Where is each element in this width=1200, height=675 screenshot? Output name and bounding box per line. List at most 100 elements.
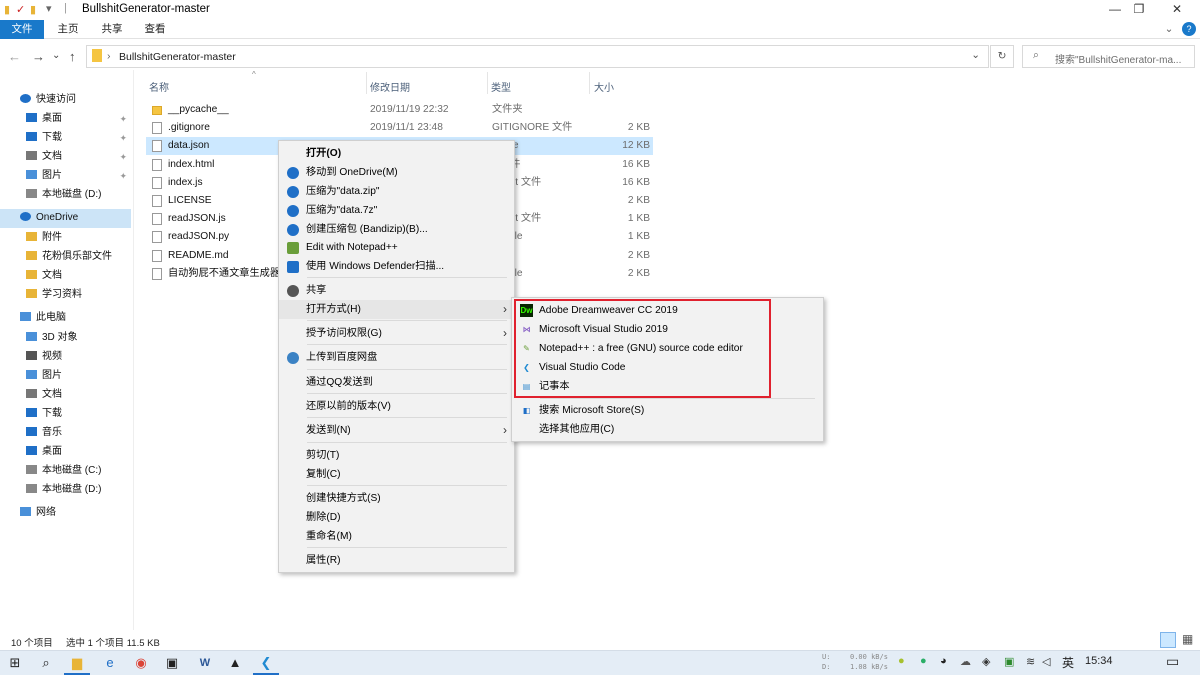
store-icon[interactable]: ▣ xyxy=(163,654,181,672)
context-menu-item[interactable]: 授予访问权限(G) › xyxy=(279,324,514,343)
edge-icon[interactable]: e xyxy=(101,654,119,672)
recent-locations-button[interactable]: ⌄ xyxy=(52,50,60,61)
help-icon[interactable]: ? xyxy=(1182,22,1196,36)
column-divider[interactable] xyxy=(589,72,590,94)
file-row[interactable]: __pycache__ 2019/11/19 22:32 文件夹 xyxy=(146,101,653,119)
tab-file[interactable]: 文件 xyxy=(0,20,44,39)
properties-icon[interactable]: ✓ xyxy=(16,3,25,16)
photos-icon[interactable]: ▲ xyxy=(226,654,244,672)
file-explorer-icon[interactable]: ▆ xyxy=(68,654,86,672)
quick-access-dropdown-icon[interactable]: ▾ xyxy=(46,2,52,15)
folder-icon xyxy=(26,270,37,279)
chevron-right-icon: › xyxy=(107,50,111,62)
word-icon[interactable]: W xyxy=(196,654,214,672)
refresh-button[interactable]: ↻ xyxy=(990,45,1014,68)
chrome-icon[interactable]: ◉ xyxy=(132,654,150,672)
sidebar-item[interactable]: 文档 xyxy=(0,267,131,286)
sidebar-item[interactable]: 视频 xyxy=(0,348,131,367)
tab-view[interactable]: 查看 xyxy=(137,20,173,39)
address-dropdown-icon[interactable]: ⌄ xyxy=(971,49,980,61)
sidebar-item[interactable]: 本地磁盘 (D:) xyxy=(0,481,131,500)
column-type[interactable]: 类型 xyxy=(491,79,511,94)
sidebar-item[interactable]: 3D 对象 xyxy=(0,329,131,348)
column-divider[interactable] xyxy=(487,72,488,94)
wifi-icon[interactable]: ≋ xyxy=(1026,655,1035,668)
context-menu-item[interactable]: Edit with Notepad++ xyxy=(279,238,514,257)
tab-home[interactable]: 主页 xyxy=(50,20,86,39)
context-menu-item[interactable]: 打开方式(H) › xyxy=(279,300,514,319)
column-divider[interactable] xyxy=(366,72,367,94)
sidebar-item[interactable]: 桌面 ✦ xyxy=(0,110,131,129)
sidebar-item[interactable]: 学习资料 xyxy=(0,286,131,305)
context-menu-item[interactable]: 剪切(T) xyxy=(279,446,514,465)
security-icon[interactable]: ▣ xyxy=(1004,655,1014,668)
context-menu-item[interactable]: 压缩为"data.7z" xyxy=(279,201,514,220)
sidebar-item[interactable]: 图片 xyxy=(0,367,131,386)
pane-divider[interactable] xyxy=(133,70,134,630)
context-menu-item[interactable]: 发送到(N) › xyxy=(279,421,514,440)
context-menu-item[interactable]: 通过QQ发送到 xyxy=(279,373,514,392)
pin-icon: ✦ xyxy=(119,171,127,181)
sidebar-item[interactable]: 网络 xyxy=(0,504,131,523)
notification-icon[interactable]: ▭ xyxy=(1166,653,1179,670)
up-button[interactable]: ↑ xyxy=(69,49,76,64)
context-menu-item[interactable]: 还原以前的版本(V) xyxy=(279,397,514,416)
picture-icon xyxy=(26,170,37,179)
open-with-item[interactable]: 选择其他应用(C) xyxy=(512,420,823,439)
tray-app-icon[interactable]: ● xyxy=(898,655,905,667)
volume-icon[interactable]: ◁ xyxy=(1042,655,1050,668)
file-row[interactable]: .gitignore 2019/11/1 23:48 GITIGNORE 文件 2 K… xyxy=(146,119,653,137)
column-name[interactable]: 名称 xyxy=(149,79,169,94)
ime-indicator[interactable]: 英 xyxy=(1062,654,1074,671)
sidebar-item[interactable]: 图片 ✦ xyxy=(0,167,131,186)
back-button[interactable]: ← xyxy=(8,49,21,64)
forward-button[interactable]: → xyxy=(32,49,45,64)
sidebar-item[interactable]: 花粉俱乐部文件 xyxy=(0,248,131,267)
column-date[interactable]: 修改日期 xyxy=(370,79,410,94)
sidebar-item[interactable]: OneDrive xyxy=(0,209,131,228)
sidebar-item[interactable]: 本地磁盘 (C:) xyxy=(0,462,131,481)
search-input[interactable]: ⌕ 搜索"BullshitGenerator-ma... xyxy=(1022,45,1195,68)
context-menu-item[interactable]: 共享 xyxy=(279,281,514,300)
sidebar-item-label: 音乐 xyxy=(42,427,62,438)
context-menu-item[interactable]: 重命名(M) xyxy=(279,527,514,546)
sidebar-item[interactable]: 文档 ✦ xyxy=(0,148,131,167)
column-size[interactable]: 大小 xyxy=(594,79,614,94)
sidebar-item[interactable]: 桌面 xyxy=(0,443,131,462)
context-menu-item[interactable]: 删除(D) xyxy=(279,508,514,527)
tab-share[interactable]: 共享 xyxy=(94,20,130,39)
sidebar-item[interactable]: 文档 xyxy=(0,386,131,405)
context-menu-item[interactable]: 属性(R) xyxy=(279,551,514,570)
context-menu-item[interactable]: 创建压缩包 (Bandizip)(B)... xyxy=(279,220,514,239)
context-menu-item[interactable]: 创建快捷方式(S) xyxy=(279,489,514,508)
search-icon[interactable]: ⌕ xyxy=(37,654,55,672)
sidebar-item[interactable]: 此电脑 xyxy=(0,309,131,328)
sidebar-item[interactable]: 本地磁盘 (D:) xyxy=(0,186,131,205)
context-menu-item[interactable]: 上传到百度网盘 xyxy=(279,348,514,367)
ribbon-expand-icon[interactable]: ⌄ xyxy=(1162,20,1176,39)
new-folder-icon[interactable]: ▮ xyxy=(30,3,36,16)
context-menu-item[interactable]: 打开(O) xyxy=(279,144,514,163)
file-icon xyxy=(152,122,162,135)
details-view-button[interactable] xyxy=(1160,632,1176,648)
sidebar-item[interactable]: 下载 ✦ xyxy=(0,129,131,148)
cloud-icon[interactable]: ☁ xyxy=(960,655,971,668)
context-menu-item[interactable]: 复制(C) xyxy=(279,465,514,484)
sidebar-item[interactable]: 下载 xyxy=(0,405,131,424)
windows-start-icon[interactable]: ⊞ xyxy=(6,654,24,672)
address-field[interactable]: › BullshitGenerator-master ⌄ xyxy=(86,45,989,68)
large-icons-view-button[interactable]: ▦ xyxy=(1182,632,1196,648)
wechat-icon[interactable]: ● xyxy=(920,655,927,667)
defender-icon[interactable]: ◈ xyxy=(982,655,990,668)
context-menu-item[interactable]: 使用 Windows Defender扫描... xyxy=(279,257,514,276)
sidebar-item[interactable]: 附件 xyxy=(0,229,131,248)
qq-icon[interactable]: ◕ xyxy=(940,655,947,667)
context-menu-item[interactable]: 压缩为"data.zip" xyxy=(279,182,514,201)
clock[interactable]: 15:34 xyxy=(1085,655,1113,667)
sidebar-item[interactable]: 快速访问 xyxy=(0,91,131,110)
sidebar-item[interactable]: 音乐 xyxy=(0,424,131,443)
vscode-icon[interactable]: ❮ xyxy=(257,654,275,672)
close-button[interactable]: ✕ xyxy=(1154,0,1200,20)
open-with-item[interactable]: ◧ 搜索 Microsoft Store(S) xyxy=(512,401,823,420)
context-menu-item[interactable]: 移动到 OneDrive(M) xyxy=(279,163,514,182)
